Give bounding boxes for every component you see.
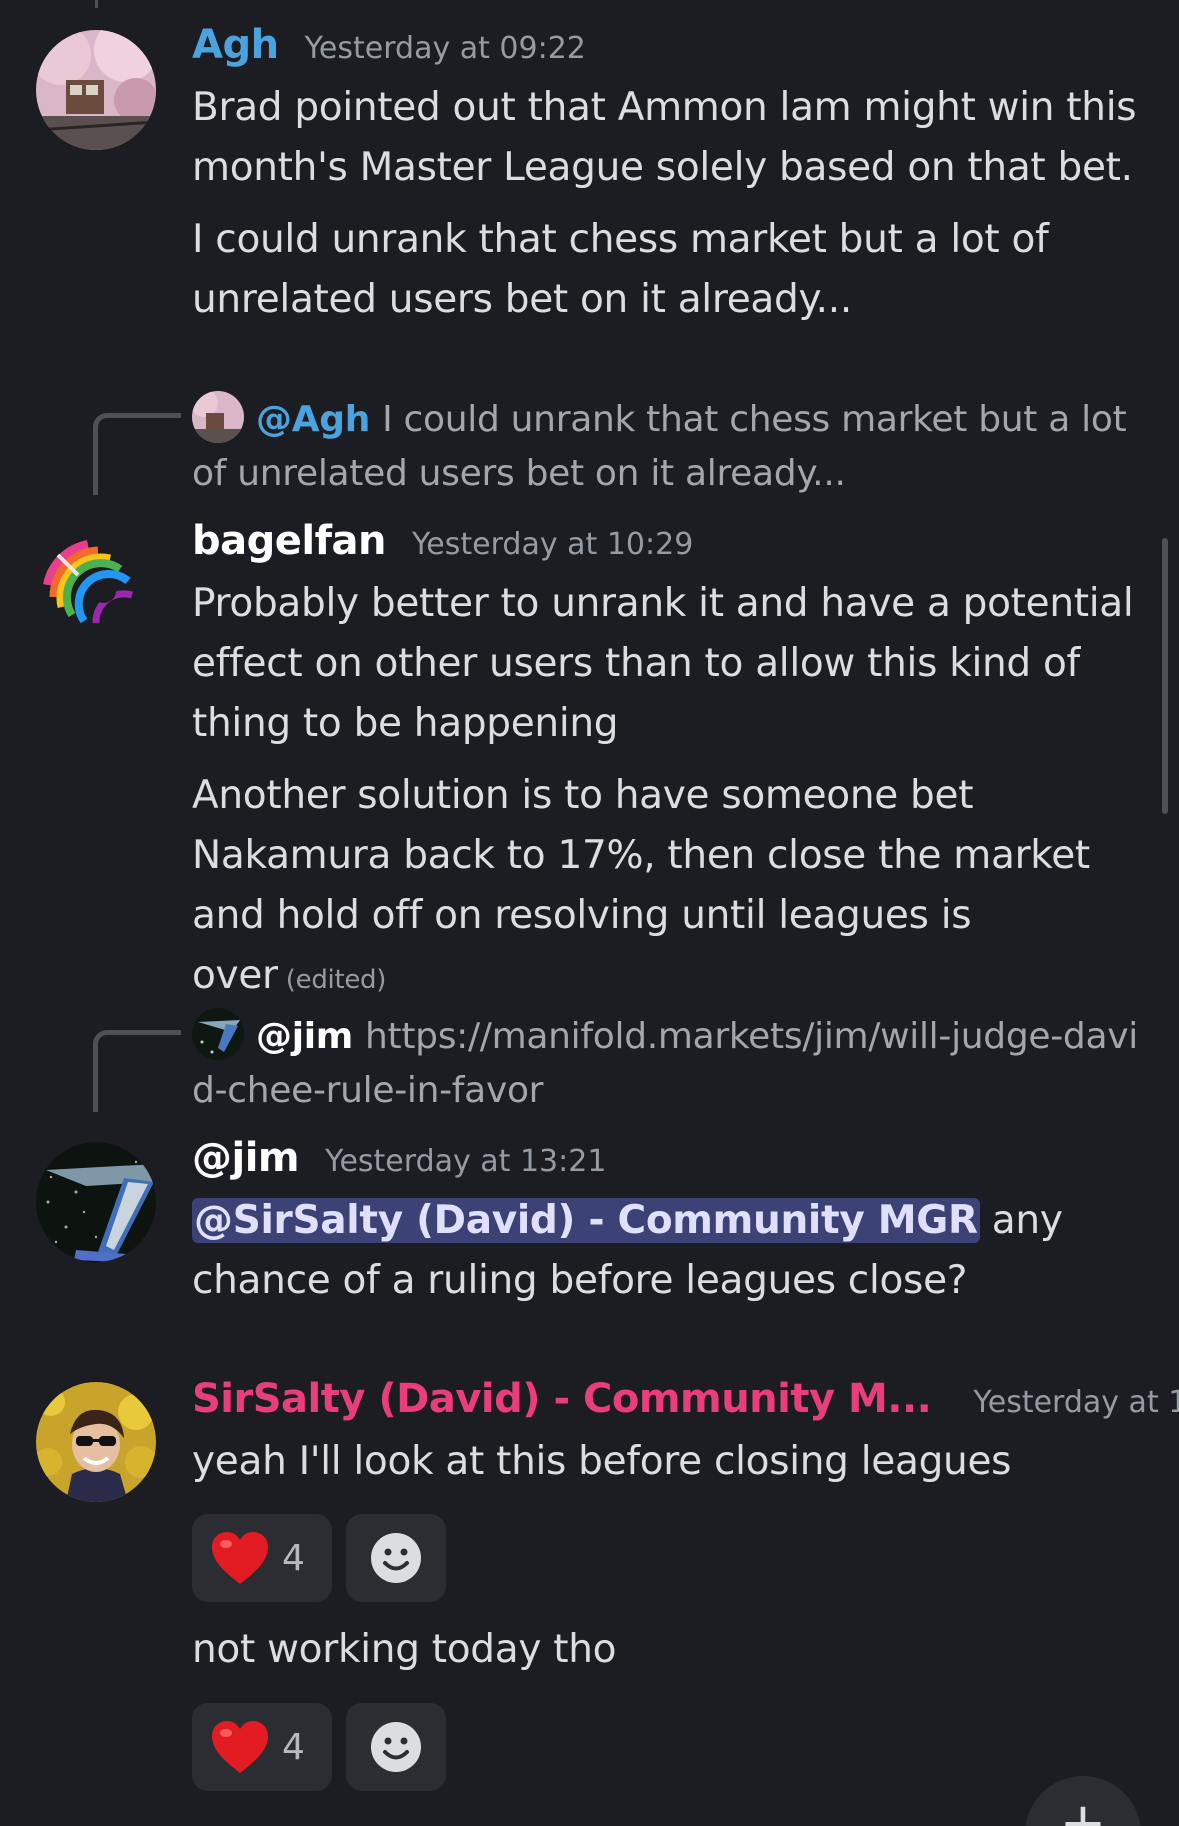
smiley-icon — [371, 1533, 421, 1583]
message-header: SirSalty (David) - Community M... Yester… — [192, 1376, 1179, 1422]
message-text: Brad pointed out that Ammon lam might wi… — [192, 85, 1137, 190]
reaction-heart[interactable]: 4 — [192, 1514, 332, 1602]
avatar-jim[interactable] — [36, 1142, 156, 1262]
reactions-bar: 4 — [192, 1703, 446, 1791]
avatar-bagelfan[interactable] — [36, 525, 156, 645]
edited-label: (edited) — [285, 965, 387, 995]
chat-view[interactable]: Agh Yesterday at 09:22 Brad pointed out … — [0, 0, 1179, 1826]
message-text: not working today tho — [192, 1627, 617, 1672]
reaction-heart[interactable]: 4 — [192, 1703, 332, 1791]
reply-preview[interactable]: @jim https://manifold.markets/jim/will-ju… — [192, 1008, 1142, 1118]
avatar-agh[interactable] — [36, 30, 156, 150]
timestamp: Yesterday at 13:22 — [973, 1385, 1179, 1420]
reply-avatar-agh — [192, 391, 244, 443]
reaction-count: 4 — [282, 1537, 305, 1579]
timestamp: Yesterday at 09:22 — [304, 31, 586, 66]
heart-icon — [212, 1532, 268, 1584]
reply-connector — [93, 1030, 181, 1112]
timestamp: Yesterday at 13:21 — [325, 1144, 607, 1179]
reply-mention[interactable]: @jim — [256, 1016, 353, 1057]
add-reaction-button[interactable] — [346, 1703, 446, 1791]
message-text: I could unrank that chess market but a l… — [192, 217, 1049, 322]
smiley-icon — [371, 1722, 421, 1772]
reply-preview[interactable]: @Agh I could unrank that chess market but… — [192, 391, 1142, 501]
reply-mention[interactable]: @Agh — [256, 399, 370, 440]
message-header: bagelfan Yesterday at 10:29 — [192, 518, 693, 564]
username[interactable]: Agh — [192, 22, 279, 68]
reply-connector — [93, 413, 181, 495]
avatar-sirsalty[interactable] — [36, 1382, 156, 1502]
username[interactable]: @jim — [192, 1135, 300, 1181]
message-text: Probably better to unrank it and have a … — [192, 581, 1134, 746]
heart-icon — [212, 1721, 268, 1773]
add-reaction-button[interactable] — [346, 1514, 446, 1602]
message-text: @SirSalty (David) - Community MGR any ch… — [192, 1191, 1142, 1311]
plus-icon[interactable]: + — [1025, 1776, 1141, 1826]
user-mention[interactable]: @SirSalty (David) - Community MGR — [192, 1198, 980, 1243]
scrollbar[interactable] — [1162, 538, 1168, 814]
message-header: Agh Yesterday at 09:22 — [192, 22, 586, 68]
reactions-bar: 4 — [192, 1514, 446, 1602]
username[interactable]: bagelfan — [192, 518, 386, 564]
timestamp: Yesterday at 10:29 — [411, 527, 694, 562]
reply-avatar-jim — [192, 1008, 244, 1060]
message-text: yeah I'll look at this before closing le… — [192, 1439, 1012, 1484]
thread-line — [95, 0, 98, 8]
message-text: Another solution is to have someone bet … — [192, 766, 1142, 1010]
message-header: @jim Yesterday at 13:21 — [192, 1135, 606, 1181]
username[interactable]: SirSalty (David) - Community M... — [192, 1376, 932, 1422]
reaction-count: 4 — [282, 1726, 305, 1768]
